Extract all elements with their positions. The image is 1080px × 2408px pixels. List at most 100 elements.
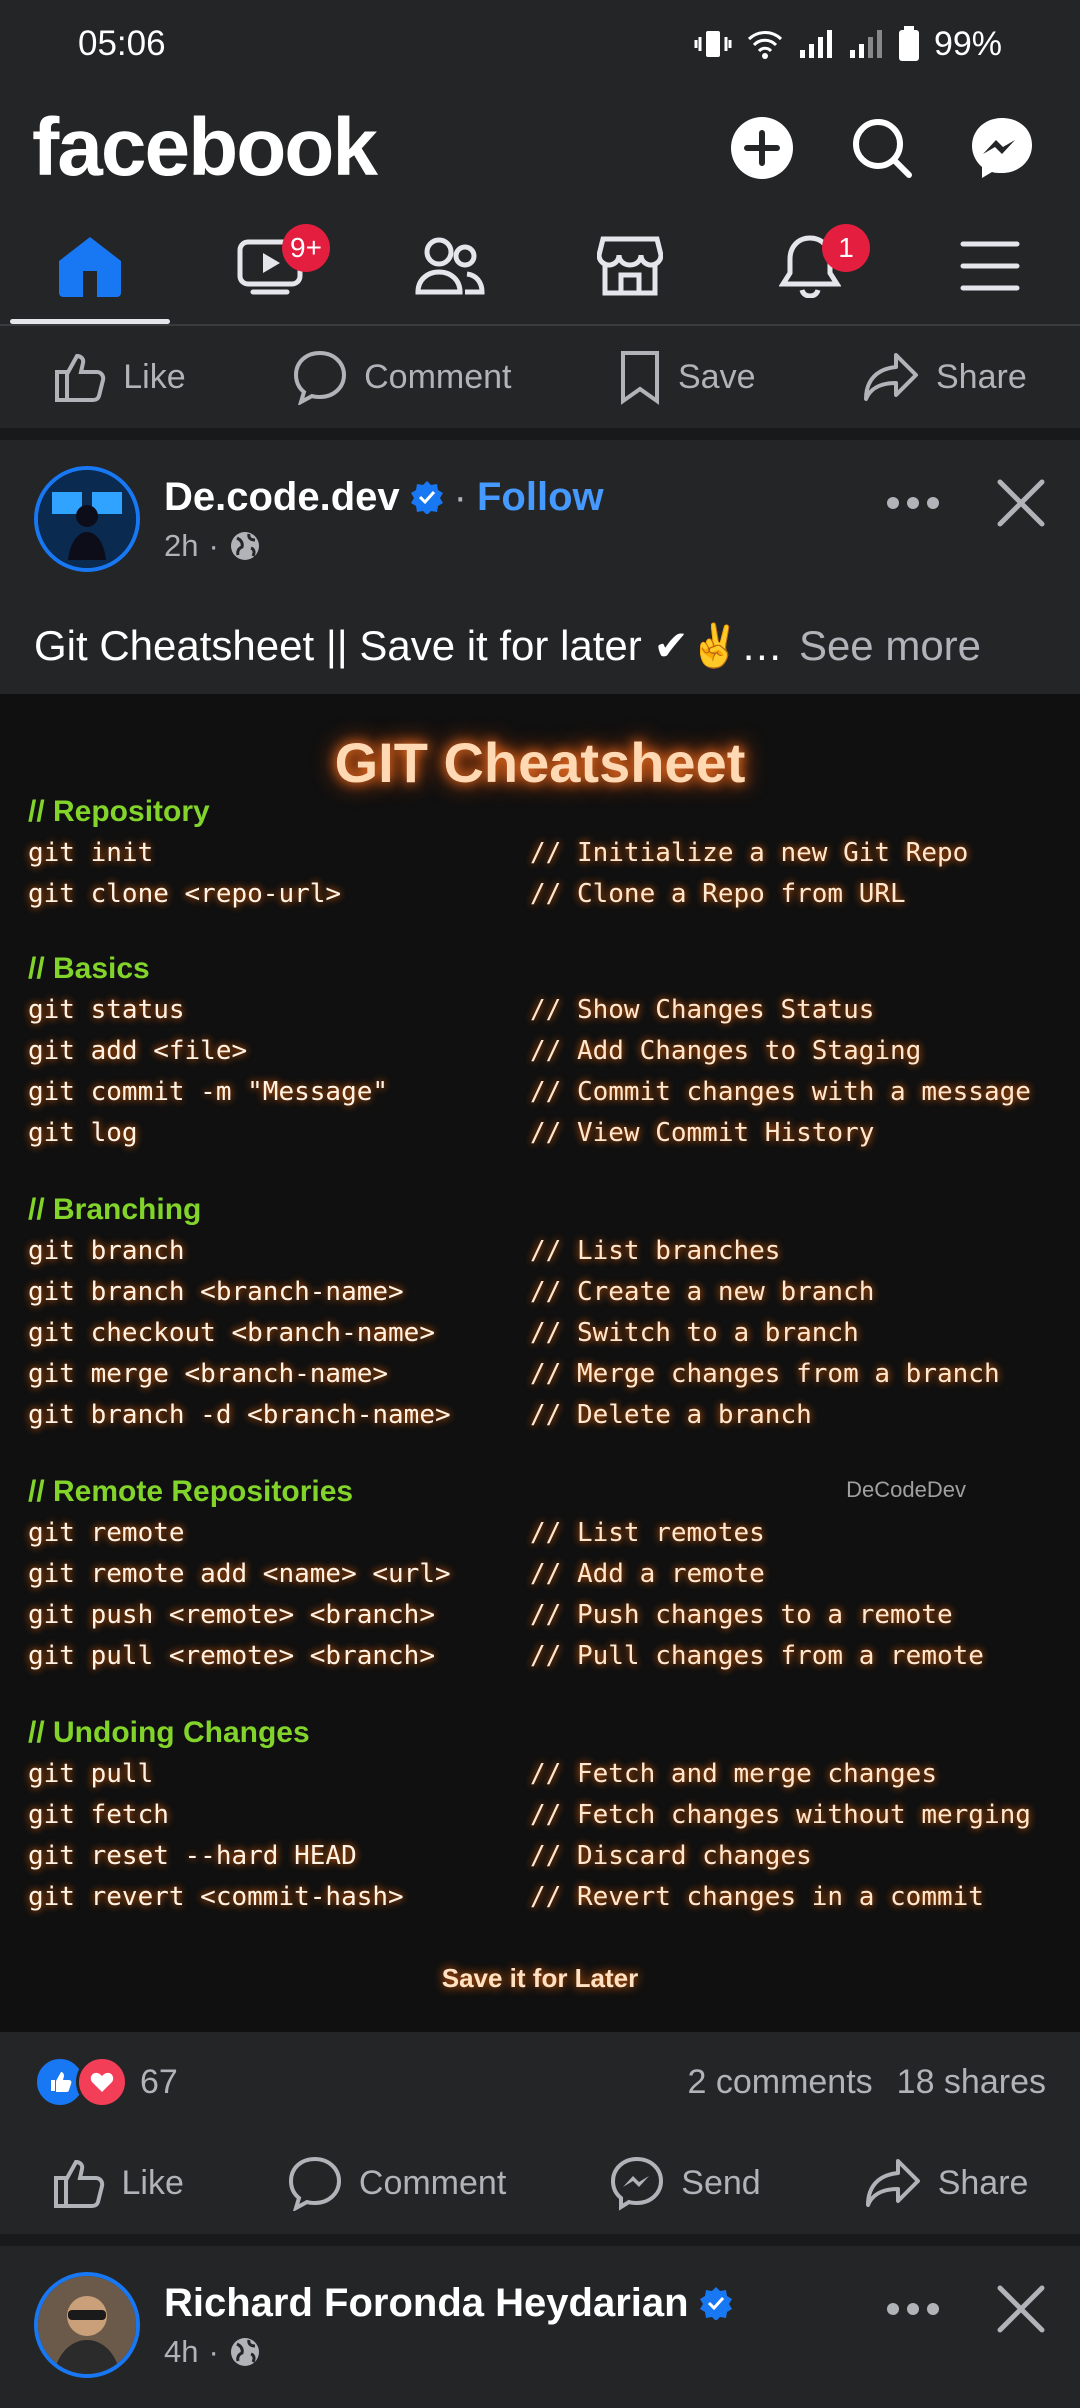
vibrate-icon <box>694 31 732 57</box>
post-caption: Git Cheatsheet || Save it for later ✔✌… … <box>0 598 1080 694</box>
messenger-icon <box>972 118 1032 178</box>
share-icon <box>865 2159 920 2207</box>
git-command: git checkout <branch-name> <box>28 1318 435 1348</box>
facebook-logo[interactable]: facebook <box>32 101 378 195</box>
battery-level: 99% <box>933 24 1002 63</box>
post-time[interactable]: 4h <box>164 2334 198 2370</box>
git-comment: // Delete a branch <box>530 1400 812 1430</box>
git-command: git pull <remote> <branch> <box>28 1641 435 1671</box>
git-command: git branch <branch-name> <box>28 1277 404 1307</box>
search-icon <box>853 119 912 178</box>
git-comment: // Create a new branch <box>530 1277 875 1307</box>
section-title: // Repository <box>28 795 210 828</box>
reaction-summary[interactable]: 67 <box>34 2056 178 2108</box>
avatar-image <box>38 2276 136 2374</box>
comment-button[interactable]: Comment <box>292 349 512 405</box>
tab-menu[interactable] <box>910 208 1070 324</box>
more-options-icon[interactable] <box>886 2302 940 2316</box>
thumbs-up-icon <box>55 353 106 402</box>
verified-icon <box>410 481 443 514</box>
post-header: Richard Foronda Heydarian 4h · <box>0 2246 1080 2404</box>
git-comment: // Initialize a new Git Repo <box>530 838 969 868</box>
status-icons: 99% <box>694 25 1002 64</box>
home-icon <box>59 237 121 297</box>
author-name[interactable]: Richard Foronda Heydarian <box>164 2281 689 2326</box>
share-button[interactable]: Share <box>862 351 1027 403</box>
wifi-icon <box>747 31 782 59</box>
section-title: // Remote Repositories <box>28 1475 354 1508</box>
send-button[interactable]: Send <box>609 2155 761 2211</box>
comments-count[interactable]: 2 comments <box>687 2063 872 2102</box>
tab-friends[interactable] <box>370 208 530 324</box>
messenger-icon <box>611 2156 664 2211</box>
like-button[interactable]: Like <box>53 350 186 404</box>
avatar[interactable] <box>34 466 140 572</box>
close-icon[interactable] <box>996 2284 1046 2334</box>
globe-icon <box>230 2337 259 2366</box>
plus-icon <box>731 117 793 179</box>
git-command: git log <box>28 1118 138 1148</box>
comment-label: Comment <box>358 2163 507 2202</box>
create-button[interactable] <box>716 102 808 194</box>
search-button[interactable] <box>836 102 928 194</box>
post-time[interactable]: 2h <box>164 528 198 564</box>
send-label: Send <box>681 2163 761 2202</box>
messenger-button[interactable] <box>956 102 1048 194</box>
follow-button[interactable]: Follow <box>477 475 604 520</box>
git-comment: // Commit changes with a message <box>530 1077 1031 1107</box>
git-comment: // List remotes <box>530 1518 765 1548</box>
git-comment: // Revert changes in a commit <box>530 1882 984 1912</box>
post-image[interactable]: GIT Cheatsheet // Repository git init //… <box>0 694 1080 2032</box>
section-title: // Undoing Changes <box>28 1716 310 1749</box>
watermark: DeCodeDev <box>846 1477 966 1502</box>
feed-divider <box>0 2234 1080 2246</box>
caption-text: Git Cheatsheet || Save it for later ✔✌… <box>34 622 783 669</box>
marketplace-icon <box>597 236 663 296</box>
avatar[interactable] <box>34 2272 140 2378</box>
status-time: 05:06 <box>78 24 166 63</box>
git-command: git branch <box>28 1236 185 1266</box>
nav-tabs: 9+ 1 <box>0 208 1080 326</box>
reactions-bar: 67 2 comments 18 shares <box>0 2032 1080 2132</box>
section-title: // Branching <box>28 1193 202 1226</box>
tab-home[interactable] <box>10 208 170 324</box>
git-command: git branch -d <branch-name> <box>28 1400 451 1430</box>
author-name[interactable]: De.code.dev <box>164 475 400 520</box>
cheatsheet-footer: Save it for Later <box>441 1963 639 1993</box>
save-button[interactable]: Save <box>618 349 756 405</box>
verified-icon <box>699 2287 732 2320</box>
shares-count[interactable]: 18 shares <box>897 2063 1046 2102</box>
git-command: git clone <repo-url> <box>28 879 342 909</box>
like-button[interactable]: Like <box>52 2156 184 2210</box>
friends-icon <box>415 237 485 295</box>
see-more-link[interactable]: See more <box>799 622 981 670</box>
notifications-badge: 1 <box>822 224 870 272</box>
git-comment: // View Commit History <box>530 1118 875 1148</box>
meta-dot: · <box>208 527 219 563</box>
close-icon[interactable] <box>996 478 1046 528</box>
more-options-icon[interactable] <box>886 496 940 510</box>
git-comment: // Switch to a branch <box>530 1318 859 1348</box>
thumbs-up-icon <box>53 2159 104 2208</box>
comment-icon <box>294 350 347 405</box>
reaction-count: 67 <box>140 2062 178 2101</box>
tab-notifications[interactable]: 1 <box>730 208 890 324</box>
git-command: git reset --hard HEAD <box>28 1841 357 1871</box>
git-comment: // Push changes to a remote <box>530 1600 953 1630</box>
meta-dot: · <box>208 2333 219 2369</box>
share-button[interactable]: Share <box>864 2157 1028 2209</box>
feed-divider <box>0 428 1080 440</box>
git-command: git commit -m "Message" <box>28 1077 389 1107</box>
tab-marketplace[interactable] <box>550 208 710 324</box>
comment-button[interactable]: Comment <box>287 2155 506 2211</box>
tab-video[interactable]: 9+ <box>190 208 350 324</box>
status-bar: 05:06 99% <box>0 0 1080 88</box>
git-command: git remote <box>28 1518 185 1548</box>
git-command: git remote add <name> <url> <box>28 1559 451 1589</box>
globe-icon <box>230 531 259 560</box>
git-comment: // Clone a Repo from URL <box>530 879 906 909</box>
git-command: git push <remote> <branch> <box>28 1600 435 1630</box>
love-reaction-icon <box>76 2056 128 2108</box>
git-command: git revert <commit-hash> <box>28 1882 404 1912</box>
comment-label: Comment <box>364 357 512 396</box>
